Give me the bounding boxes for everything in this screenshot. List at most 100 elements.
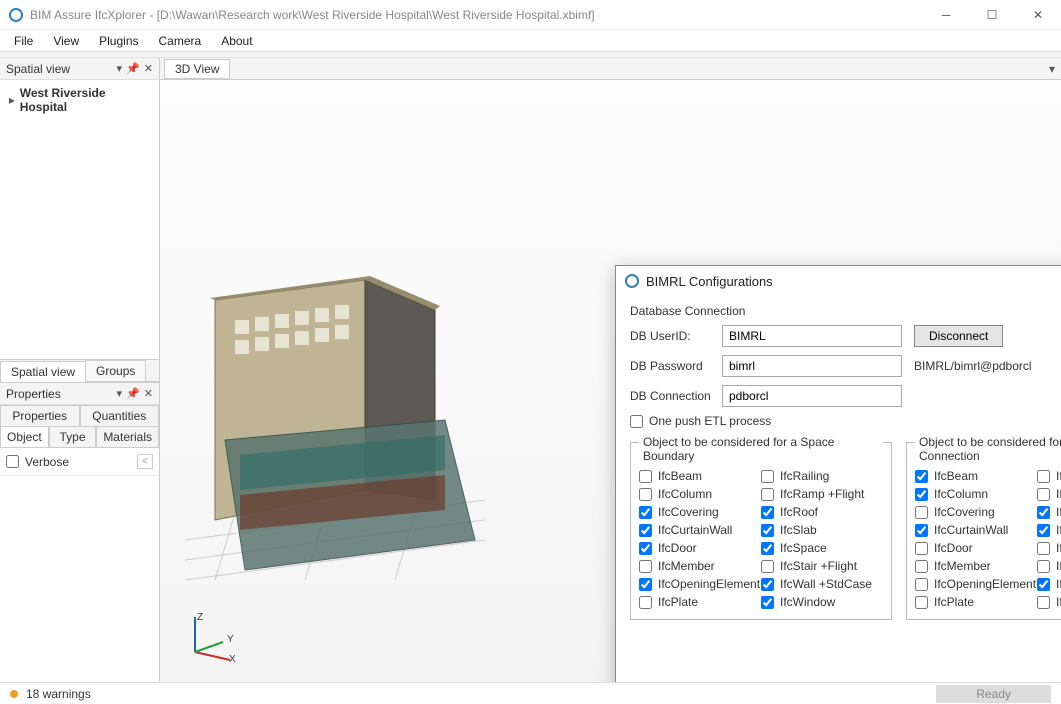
cb-g1-curtain[interactable]: IfcCurtainWall [639,523,761,537]
cb-g2-column[interactable]: IfcColumn [915,487,1037,501]
cb-g1-roof[interactable]: IfcRoof [761,505,883,519]
cb-g1-plate[interactable]: IfcPlate [639,595,761,609]
checkbox-plate[interactable] [639,596,652,609]
props-dropdown-icon[interactable]: ▾ [117,387,123,400]
cb-g2-slab[interactable]: IfcSlab [1037,523,1061,537]
bimrl-config-dialog: BIMRL Configurations ─ ☐ ✕ Database Conn… [615,265,1061,682]
checkbox-beam[interactable] [639,470,652,483]
checkbox-window[interactable] [761,596,774,609]
menu-view[interactable]: View [43,31,89,51]
menu-about[interactable]: About [211,31,262,51]
checkbox-stair[interactable] [761,560,774,573]
cb-g1-wall[interactable]: IfcWall +StdCase [761,577,883,591]
3d-canvas[interactable]: Z Y X B R [160,80,1061,682]
checkbox-beam[interactable] [915,470,928,483]
checkbox-window[interactable] [1037,596,1050,609]
panel-dropdown-icon[interactable]: ▾ [117,62,123,75]
verbose-checkbox[interactable] [6,455,19,468]
collapse-arrow-icon[interactable]: < [137,454,153,469]
ptab-type[interactable]: Type [49,427,97,448]
checkbox-door[interactable] [639,542,652,555]
db-user-input[interactable] [722,325,902,347]
cb-g2-space[interactable]: IfcSpace [1037,541,1061,555]
checkbox-space[interactable] [761,542,774,555]
checkbox-member[interactable] [639,560,652,573]
cb-g2-plate[interactable]: IfcPlate [915,595,1037,609]
checkbox-slab[interactable] [1037,524,1050,537]
cb-g1-door[interactable]: IfcDoor [639,541,761,555]
checkbox-slab[interactable] [761,524,774,537]
cb-g2-wall[interactable]: IfcWall +StdCase [1037,577,1061,591]
menu-file[interactable]: File [4,31,43,51]
checkbox-curtain[interactable] [639,524,652,537]
checkbox-wall[interactable] [761,578,774,591]
cb-g1-railing[interactable]: IfcRailing [761,469,883,483]
tab-3d-view[interactable]: 3D View [164,59,230,79]
checkbox-roof[interactable] [1037,506,1050,519]
checkbox-railing[interactable] [1037,470,1050,483]
cb-g2-opening[interactable]: IfcOpeningElement [915,577,1037,591]
tab-groups[interactable]: Groups [85,360,146,381]
cb-g1-column[interactable]: IfcColumn [639,487,761,501]
menu-plugins[interactable]: Plugins [89,31,148,51]
cb-g1-opening[interactable]: IfcOpeningElement [639,577,761,591]
cb-g1-stair[interactable]: IfcStair +Flight [761,559,883,573]
ptab-object[interactable]: Object [0,427,49,448]
minimize-button[interactable]: ─ [923,0,969,30]
menu-camera[interactable]: Camera [149,31,212,51]
checkbox-stair[interactable] [1037,560,1050,573]
cb-g2-roof[interactable]: IfcRoof [1037,505,1061,519]
db-conn-input[interactable] [722,385,902,407]
maximize-button[interactable]: ☐ [969,0,1015,30]
tab-spatial-view[interactable]: Spatial view [0,361,86,382]
cb-g1-space[interactable]: IfcSpace [761,541,883,555]
onepush-checkbox[interactable] [630,415,643,428]
panel-pin-icon[interactable]: 📌 [126,62,140,75]
cb-g2-railing[interactable]: IfcRailing [1037,469,1061,483]
cb-g2-window[interactable]: IfcWindow [1037,595,1061,609]
disconnect-button[interactable]: Disconnect [914,325,1003,347]
checkbox-opening[interactable] [639,578,652,591]
checkbox-door[interactable] [915,542,928,555]
ptab-materials[interactable]: Materials [96,427,159,448]
checkbox-railing[interactable] [761,470,774,483]
cb-g2-curtain[interactable]: IfcCurtainWall [915,523,1037,537]
checkbox-column[interactable] [639,488,652,501]
checkbox-space[interactable] [1037,542,1050,555]
cb-g1-slab[interactable]: IfcSlab [761,523,883,537]
checkbox-wall[interactable] [1037,578,1050,591]
view-tab-menu-icon[interactable]: ▾ [1049,62,1055,76]
checkbox-covering[interactable] [915,506,928,519]
props-close-icon[interactable]: ✕ [144,387,153,400]
cb-g1-beam[interactable]: IfcBeam [639,469,761,483]
cb-g1-window[interactable]: IfcWindow [761,595,883,609]
checkbox-ramp[interactable] [1037,488,1050,501]
cb-g1-covering[interactable]: IfcCovering [639,505,761,519]
checkbox-member[interactable] [915,560,928,573]
checkbox-roof[interactable] [761,506,774,519]
checkbox-covering[interactable] [639,506,652,519]
checkbox-plate[interactable] [915,596,928,609]
ptab-properties[interactable]: Properties [0,405,80,427]
cb-g2-beam[interactable]: IfcBeam [915,469,1037,483]
cb-g1-member[interactable]: IfcMember [639,559,761,573]
close-button[interactable]: ✕ [1015,0,1061,30]
tree-root[interactable]: ▸ West Riverside Hospital [4,84,155,116]
checkbox-opening[interactable] [915,578,928,591]
cb-g2-ramp[interactable]: IfcRamp +Flight [1037,487,1061,501]
cb-g2-stair[interactable]: IfcStair +Flight [1037,559,1061,573]
axis-gizmo[interactable]: Z Y X [185,612,235,662]
ptab-quantities[interactable]: Quantities [80,405,160,427]
props-pin-icon[interactable]: 📌 [126,387,140,400]
db-pass-input[interactable] [722,355,902,377]
checkbox-column[interactable] [915,488,928,501]
cb-g2-covering[interactable]: IfcCovering [915,505,1037,519]
cb-g2-door[interactable]: IfcDoor [915,541,1037,555]
checkbox-ramp[interactable] [761,488,774,501]
panel-close-icon[interactable]: ✕ [144,62,153,75]
cb-g2-member[interactable]: IfcMember [915,559,1037,573]
checkbox-curtain[interactable] [915,524,928,537]
warnings-label[interactable]: 18 warnings [26,687,91,701]
cb-g1-ramp[interactable]: IfcRamp +Flight [761,487,883,501]
tree-expand-icon[interactable]: ▸ [6,93,18,107]
